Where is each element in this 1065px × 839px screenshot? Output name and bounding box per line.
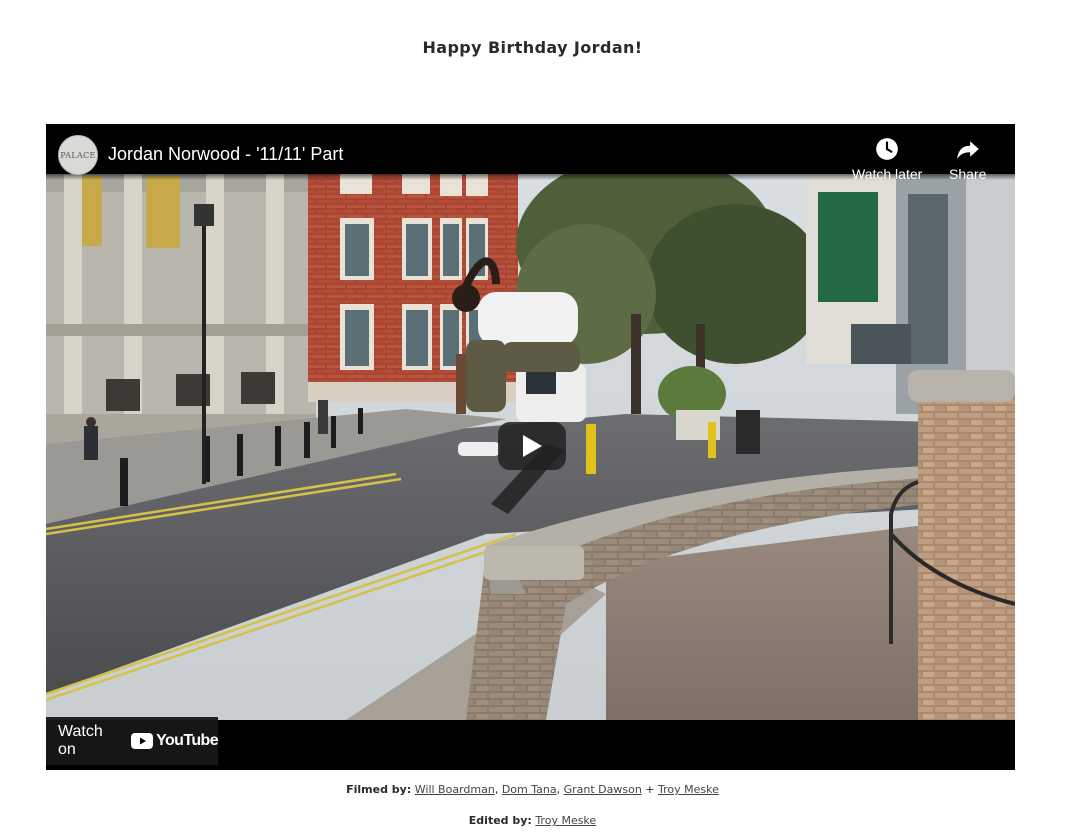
- play-icon: [523, 435, 542, 457]
- share-button[interactable]: Share: [949, 136, 986, 182]
- player-top-bar: PALACE Jordan Norwood - '11/11' Part Wat…: [46, 124, 1015, 182]
- channel-avatar[interactable]: PALACE: [58, 135, 98, 175]
- edited-by-credits: Edited by: Troy Meske: [0, 814, 1065, 827]
- player-bottom-bar: Watch on YouTube: [46, 717, 1015, 770]
- watch-later-button[interactable]: Watch later: [852, 136, 922, 182]
- filmer-link[interactable]: Troy Meske: [658, 783, 719, 796]
- channel-avatar-text: PALACE: [60, 150, 96, 160]
- youtube-logo: YouTube: [131, 732, 219, 750]
- filmed-by-label: Filmed by:: [346, 783, 412, 796]
- video-title[interactable]: Jordan Norwood - '11/11' Part: [108, 144, 343, 165]
- watch-later-label: Watch later: [852, 166, 923, 182]
- filmer-link[interactable]: Dom Tana: [502, 783, 557, 796]
- youtube-wordmark: YouTube: [156, 732, 218, 749]
- filmer-link[interactable]: Grant Dawson: [564, 783, 642, 796]
- filmed-by-credits: Filmed by: Will Boardman, Dom Tana, Gran…: [346, 783, 719, 796]
- watch-on-youtube-button[interactable]: Watch on YouTube: [46, 717, 219, 765]
- blog-post: Happy Birthday Jordan! PALACE Jordan Nor…: [0, 0, 1065, 839]
- youtube-embed-player[interactable]: PALACE Jordan Norwood - '11/11' Part Wat…: [46, 124, 1015, 770]
- share-arrow-icon: [956, 141, 979, 159]
- watch-on-label: Watch on: [58, 723, 103, 758]
- play-button[interactable]: [498, 422, 566, 470]
- filmer-link[interactable]: Will Boardman: [415, 783, 495, 796]
- clock-icon: [876, 138, 898, 160]
- editor-link[interactable]: Troy Meske: [535, 814, 596, 827]
- youtube-logo-icon: [131, 733, 154, 749]
- edited-by-label: Edited by:: [468, 814, 532, 827]
- share-label: Share: [949, 166, 987, 182]
- post-title: Happy Birthday Jordan!: [422, 38, 643, 57]
